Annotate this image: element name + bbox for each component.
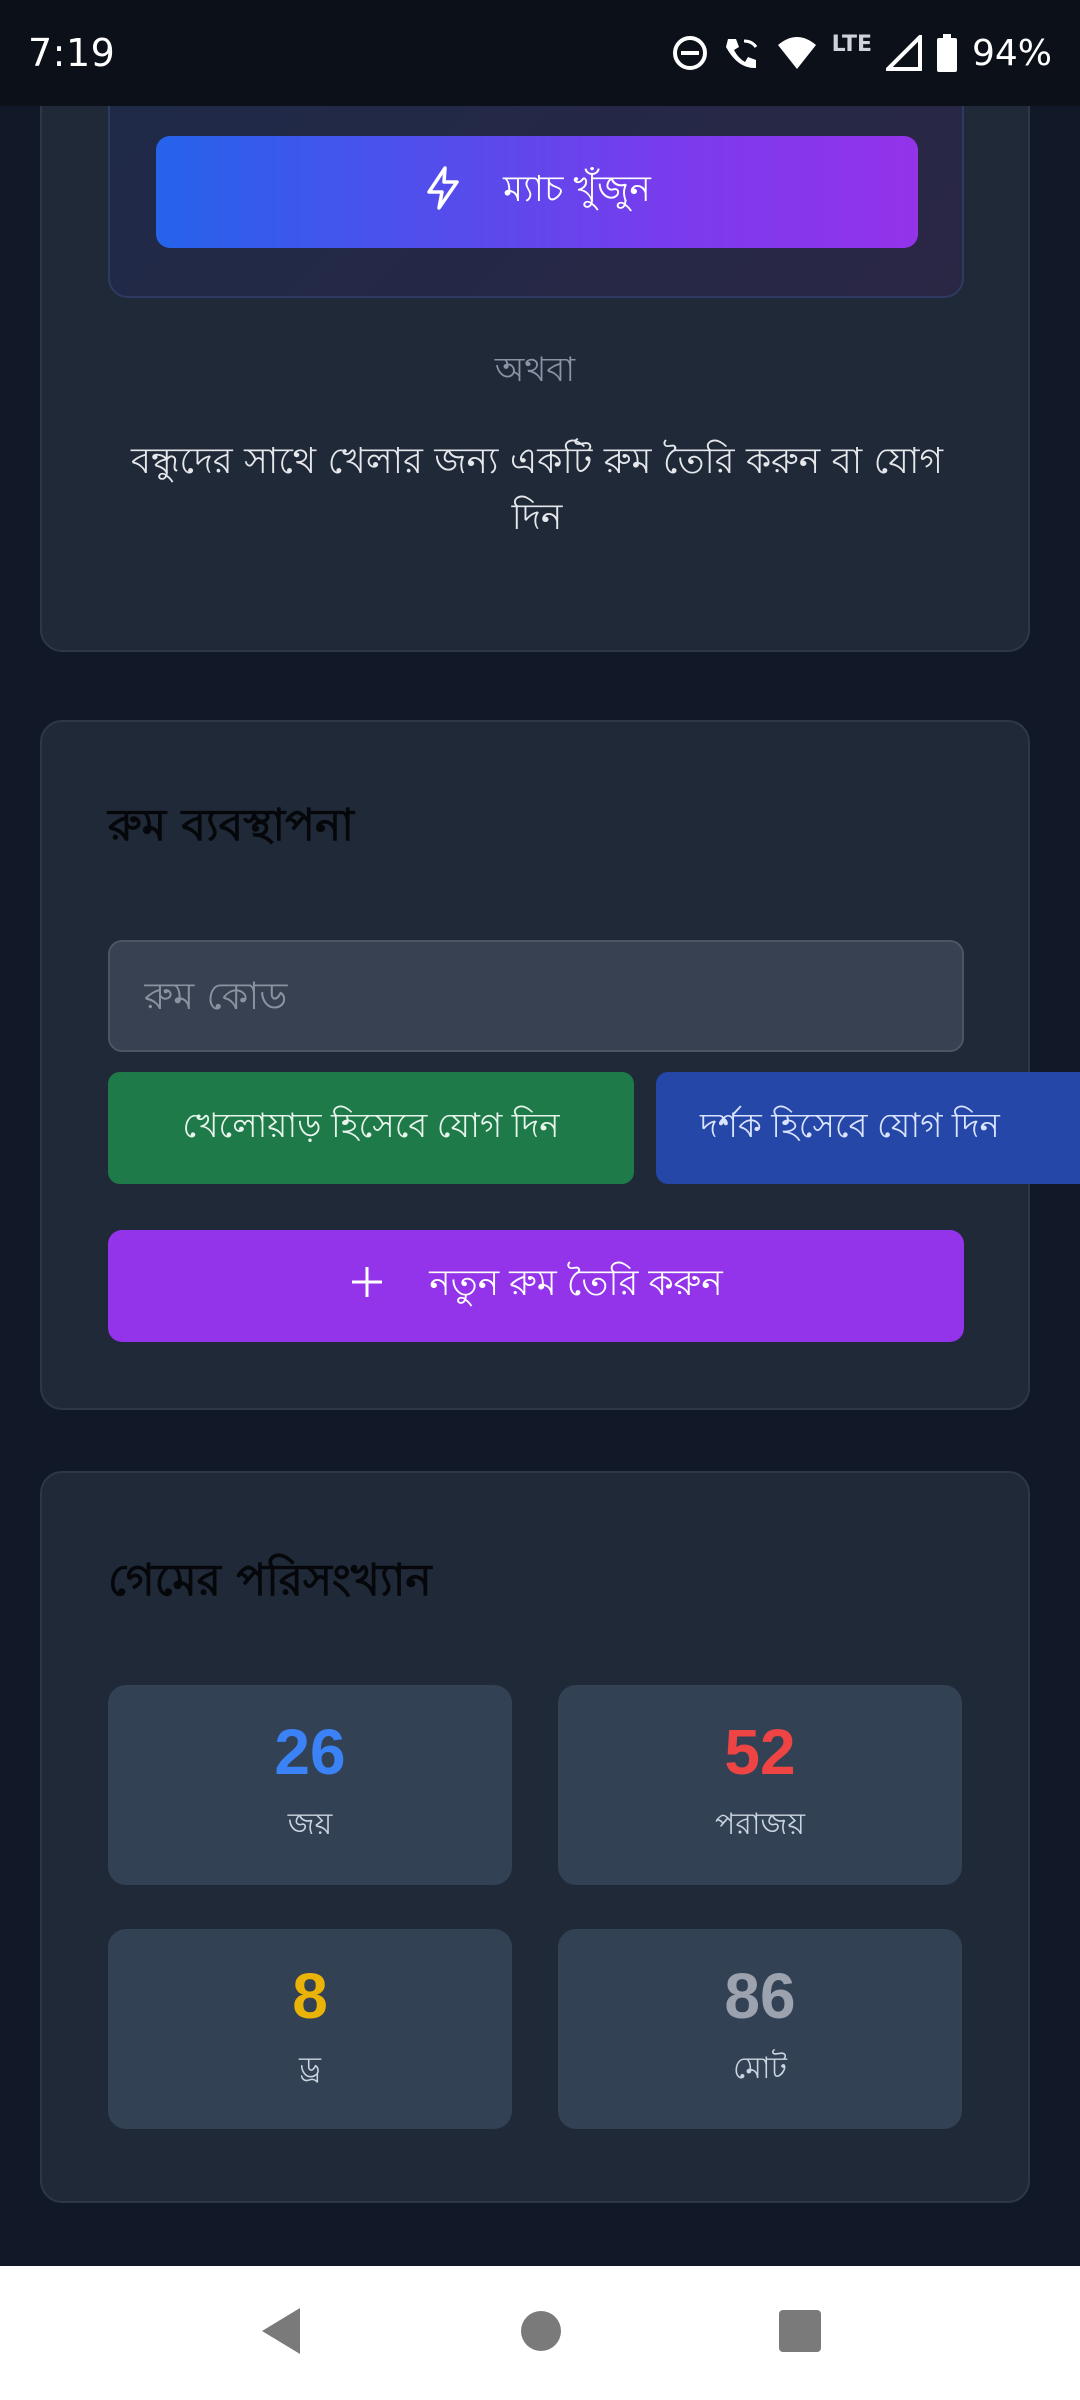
stat-wins-value: 26 [274,1715,346,1788]
wifi-calling-icon [722,35,762,71]
find-match-label: ম্যাচ খুঁজুন [503,168,651,209]
join-as-spectator-label: দর্শক হিসেবে যোগ দিন [700,1106,1000,1145]
room-management-card: রুম ব্যবস্থাপনা খেলোয়াড় হিসেবে যোগ দিন… [40,720,1080,1410]
game-stats-title: গেমের পরিসংখ্যান [108,1555,432,1606]
room-management-title: রুম ব্যবস্থাপনা [108,800,355,851]
main-content: ম্যাচ খুঁজুন অথবা বন্ধুদের সাথে খেলার জন… [0,106,1080,2266]
room-info-text: বন্ধুদের সাথে খেলার জন্য একটি রুম তৈরি ক… [130,441,944,538]
battery-percent: 94% [971,32,1052,74]
battery-icon [936,34,958,72]
find-match-button[interactable]: ম্যাচ খুঁজুন [156,136,918,248]
stat-draws-value: 8 [292,1959,328,2032]
create-room-label: নতুন রুম তৈরি করুন [429,1262,723,1303]
join-as-player-label: খেলোয়াড় হিসেবে যোগ দিন [182,1106,560,1145]
system-nav-bar [0,2266,1080,2400]
status-time: 7:19 [28,31,116,75]
do-not-disturb-icon [672,35,708,71]
back-triangle-icon[interactable] [258,2306,304,2360]
lte-label: LTE [831,31,872,57]
or-divider-text: অথবা [494,350,576,390]
stat-losses-label: পরাজয় [714,1806,806,1842]
stat-losses: 52 পরাজয় [558,1685,962,1885]
recents-square-icon[interactable] [778,2309,822,2357]
cell-signal-icon [885,35,922,71]
stat-wins: 26 জয় [108,1685,512,1885]
stat-total-label: মোট [733,2050,787,2086]
stat-draws: 8 ড্র [108,1929,512,2129]
stat-total: 86 মোট [558,1929,962,2129]
plus-icon [349,1264,385,1309]
room-code-input[interactable] [108,940,964,1052]
lightning-icon [423,165,463,219]
home-circle-icon[interactable] [520,2310,562,2356]
create-room-button[interactable]: নতুন রুম তৈরি করুন [108,1230,964,1342]
matchmaking-card: ম্যাচ খুঁজুন অথবা বন্ধুদের সাথে খেলার জন… [40,106,1030,652]
wifi-icon [776,35,818,71]
game-stats-card: গেমের পরিসংখ্যান 26 জয় 52 পরাজয় 8 ড্র … [40,1471,1030,2203]
status-icons: LTE 94% [672,31,1052,74]
stat-draws-label: ড্র [298,2050,321,2086]
status-bar: 7:19 LTE 94% [0,0,1080,106]
stat-losses-value: 52 [724,1715,796,1788]
join-as-player-button[interactable]: খেলোয়াড় হিসেবে যোগ দিন [108,1072,634,1184]
stat-wins-label: জয় [287,1806,333,1842]
quick-match-panel: ম্যাচ খুঁজুন [108,106,964,298]
join-as-spectator-button[interactable]: দর্শক হিসেবে যোগ দিন [656,1072,1080,1184]
stat-total-value: 86 [724,1959,796,2032]
